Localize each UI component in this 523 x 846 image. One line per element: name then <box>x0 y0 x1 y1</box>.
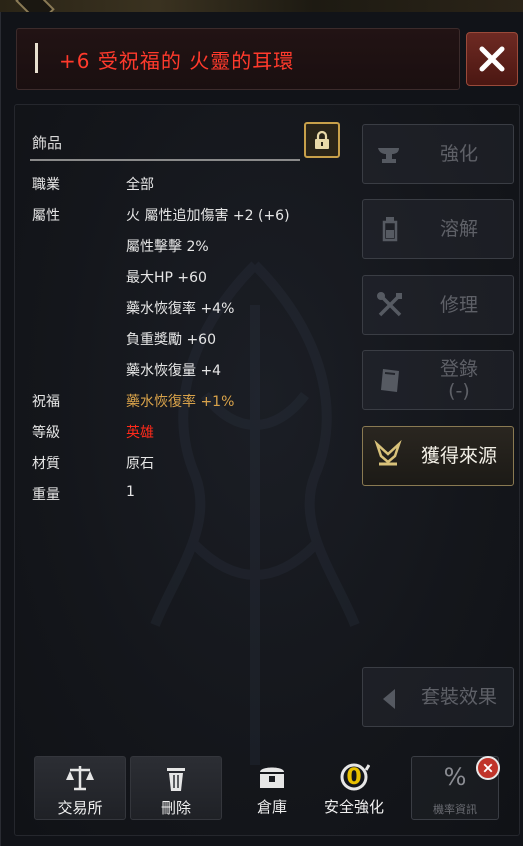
attr-value-weight: 1 <box>126 484 135 500</box>
register-text: 登錄 <box>439 358 478 380</box>
attr-value-element-strike: 屬性擊擊 2% <box>126 239 209 255</box>
acquire-source-label: 獲得來源 <box>420 445 497 467</box>
attr-label-material: 材質 <box>32 456 60 472</box>
chest-icon <box>260 767 284 788</box>
set-effect-label: 套裝效果 <box>420 686 497 708</box>
close-badge[interactable] <box>476 756 500 780</box>
safe-enhance-label: 安全強化 <box>323 798 384 816</box>
emblem-watermark <box>150 261 360 765</box>
item-title: +6 受祝福的 火靈的耳環 <box>59 49 295 73</box>
dissolve-button[interactable]: 溶解 <box>362 199 514 259</box>
set-effect-button[interactable]: 套裝效果 <box>362 667 514 727</box>
attr-value-fire-damage: 火 屬性追加傷害 +2 (+6) <box>126 208 290 224</box>
x-icon <box>483 763 493 773</box>
dissolve-label: 溶解 <box>439 218 478 240</box>
close-button[interactable] <box>466 32 518 86</box>
attr-value-class: 全部 <box>126 177 154 193</box>
attr-value-max-hp: 最大HP +60 <box>126 270 207 286</box>
attr-value-weight-bonus: 負重獎勵 +60 <box>126 332 216 348</box>
delete-button[interactable]: 刪除 <box>130 756 222 820</box>
probability-info-label: 機率資訊 <box>433 803 477 816</box>
tools-icon <box>377 292 402 317</box>
enhance-label: 強化 <box>439 143 478 165</box>
attr-label-weight: 重量 <box>32 487 60 503</box>
attr-label-class: 職業 <box>32 177 60 193</box>
flask-icon <box>382 217 398 242</box>
arrow-left-icon <box>383 689 395 709</box>
lock-button[interactable] <box>304 122 340 158</box>
enhance-button[interactable]: 強化 <box>362 124 514 184</box>
attr-value-blessing: 藥水恢復率 +1% <box>126 394 235 410</box>
attr-value-potion-amount: 藥水恢復量 +4 <box>126 363 222 379</box>
scale-icon <box>66 766 94 791</box>
top-border-strip <box>0 0 523 12</box>
title-marker <box>35 43 38 73</box>
register-count: (-) <box>448 380 470 402</box>
warehouse-button[interactable]: 倉庫 <box>232 756 312 820</box>
anvil-icon <box>378 148 399 163</box>
repair-button[interactable]: 修理 <box>362 275 514 335</box>
item-category: 飾品 <box>32 134 63 152</box>
register-button[interactable]: 登錄 (-) <box>362 350 514 410</box>
safe-enhance-count: 0 <box>346 765 362 790</box>
attr-value-grade: 英雄 <box>126 425 154 441</box>
item-title-bar: +6 受祝福的 火靈的耳環 <box>16 28 460 90</box>
delete-label: 刪除 <box>160 799 191 817</box>
attr-value-material: 原石 <box>126 456 154 472</box>
attr-label-grade: 等級 <box>32 425 60 441</box>
safe-enhance-button[interactable]: 0 安全強化 <box>312 756 396 820</box>
attr-label-attribute: 屬性 <box>32 208 60 224</box>
close-icon <box>479 46 505 72</box>
trash-icon <box>167 768 185 791</box>
warehouse-label: 倉庫 <box>256 798 287 816</box>
attr-value-potion-rate: 藥水恢復率 +4% <box>126 301 235 317</box>
attr-label-blessing: 祝福 <box>32 394 60 410</box>
lock-icon <box>315 130 329 149</box>
exchange-label: 交易所 <box>57 799 103 817</box>
book-icon <box>381 369 399 392</box>
exchange-button[interactable]: 交易所 <box>34 756 126 820</box>
repair-label: 修理 <box>439 294 478 316</box>
source-emblem-icon <box>374 440 402 466</box>
acquire-source-button[interactable]: 獲得來源 <box>362 426 514 486</box>
category-divider <box>30 159 300 161</box>
register-label: 登錄 (-) <box>413 351 505 409</box>
